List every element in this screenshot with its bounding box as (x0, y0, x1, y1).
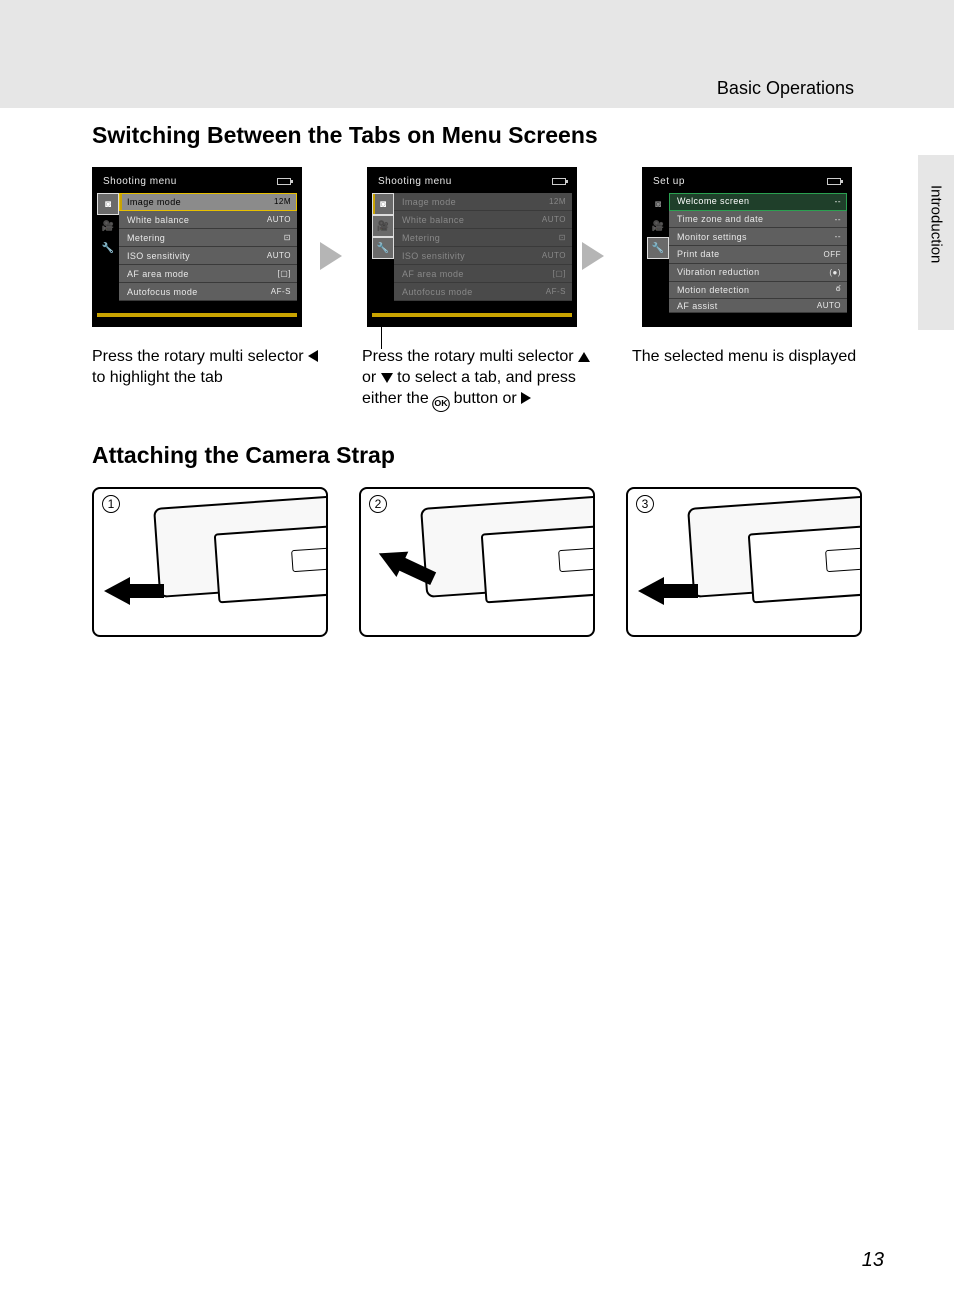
menu-row: Autofocus modeAF-S (119, 283, 297, 301)
lcd-menu-list: Image mode12M White balanceAUTO Metering… (119, 193, 297, 313)
callout-line (381, 327, 382, 349)
camera-panel-illustration (481, 524, 595, 603)
menu-row: ISO sensitivityAUTO (119, 247, 297, 265)
menu-row: ISO sensitivityAUTO (394, 247, 572, 265)
camera-tab-icon: ◙ (647, 193, 669, 215)
menu-row: Monitor settings-- (669, 228, 847, 246)
up-arrow-icon (578, 352, 590, 362)
lcd-title-text: Shooting menu (103, 176, 177, 187)
caption-1: Press the rotary multi selector to highl… (92, 347, 322, 412)
menu-screens-row: Shooting menu ◙ 🎥 🔧 Image mode12M White … (92, 167, 862, 327)
step-number-badge: 2 (369, 495, 387, 513)
lcd-title-bar: Shooting menu (372, 172, 572, 193)
lcd-tab-strip: ◙ 🎥 🔧 (372, 193, 394, 313)
menu-screen-2: Shooting menu ◙ 🎥 🔧 Image mode12M White … (367, 167, 587, 327)
direction-arrow-icon (638, 577, 698, 605)
menu-screen-1: Shooting menu ◙ 🎥 🔧 Image mode12M White … (92, 167, 312, 327)
lcd-title-bar: Shooting menu (97, 172, 297, 193)
menu-row: Vibration reduction(●) (669, 264, 847, 282)
caption-3: The selected menu is displayed (632, 347, 862, 412)
setup-tab-icon: 🔧 (647, 237, 669, 259)
movie-tab-icon: 🎥 (97, 215, 119, 237)
lcd-scrollbar (97, 313, 297, 317)
menu-row: Print dateOFF (669, 246, 847, 264)
menu-row: AF area mode[▢] (119, 265, 297, 283)
lcd-scrollbar (372, 313, 572, 317)
menu-row: White balanceAUTO (394, 211, 572, 229)
left-arrow-icon (308, 350, 318, 362)
menu-row: AF area mode[▢] (394, 265, 572, 283)
menu-row: White balanceAUTO (119, 211, 297, 229)
strap-step-1: 1 (92, 487, 328, 637)
lcd-title-text: Set up (653, 176, 685, 187)
heading-switching-tabs: Switching Between the Tabs on Menu Scree… (92, 122, 862, 149)
strap-step-2: 2 (359, 487, 595, 637)
header-section-name: Basic Operations (717, 78, 854, 99)
transition-arrow-icon (320, 242, 342, 270)
lcd-title-text: Shooting menu (378, 176, 452, 187)
menu-row: Time zone and date-- (669, 211, 847, 229)
battery-icon (277, 178, 291, 185)
heading-attaching-strap: Attaching the Camera Strap (92, 442, 862, 469)
direction-arrow-icon (104, 577, 164, 605)
ok-button-icon: OK (432, 396, 450, 412)
page-content: Switching Between the Tabs on Menu Scree… (92, 122, 862, 637)
menu-row: Welcome screen-- (669, 193, 847, 211)
caption-2: Press the rotary multi selector or to se… (362, 347, 592, 412)
strap-diagrams-row: 1 2 3 (92, 487, 862, 637)
menu-row: Metering⊡ (394, 229, 572, 247)
right-arrow-icon (521, 392, 531, 404)
lcd-menu-list: Image mode12M White balanceAUTO Metering… (394, 193, 572, 313)
camera-tab-icon: ◙ (97, 193, 119, 215)
menu-row: Image mode12M (119, 193, 297, 211)
setup-tab-icon: 🔧 (372, 237, 394, 259)
lcd-title-bar: Set up (647, 172, 847, 193)
lcd-menu-list: Welcome screen-- Time zone and date-- Mo… (669, 193, 847, 313)
menu-screen-3: Set up ◙ 🎥 🔧 Welcome screen-- Time zone … (642, 167, 862, 327)
lcd-tab-strip: ◙ 🎥 🔧 (97, 193, 119, 313)
lcd-screen: Set up ◙ 🎥 🔧 Welcome screen-- Time zone … (642, 167, 852, 327)
camera-panel-illustration (748, 524, 862, 603)
movie-tab-icon: 🎥 (647, 215, 669, 237)
step-number-badge: 1 (102, 495, 120, 513)
movie-tab-icon: 🎥 (372, 215, 394, 237)
lcd-tab-strip: ◙ 🎥 🔧 (647, 193, 669, 313)
menu-row: AF assistAUTO (669, 299, 847, 313)
lcd-screen: Shooting menu ◙ 🎥 🔧 Image mode12M White … (92, 167, 302, 327)
battery-icon (552, 178, 566, 185)
camera-tab-icon: ◙ (372, 193, 394, 215)
menu-row: Image mode12M (394, 193, 572, 211)
step-number-badge: 3 (636, 495, 654, 513)
menu-row: Metering⊡ (119, 229, 297, 247)
side-chapter-tab: Introduction (918, 155, 954, 330)
page-number: 13 (862, 1249, 884, 1272)
captions-row: Press the rotary multi selector to highl… (92, 347, 862, 412)
lcd-screen: Shooting menu ◙ 🎥 🔧 Image mode12M White … (367, 167, 577, 327)
menu-row: Motion detectionఠ (669, 282, 847, 300)
battery-icon (827, 178, 841, 185)
menu-row: Autofocus modeAF-S (394, 283, 572, 301)
camera-panel-illustration (214, 524, 328, 603)
setup-tab-icon: 🔧 (97, 237, 119, 259)
strap-step-3: 3 (626, 487, 862, 637)
down-arrow-icon (381, 373, 393, 383)
